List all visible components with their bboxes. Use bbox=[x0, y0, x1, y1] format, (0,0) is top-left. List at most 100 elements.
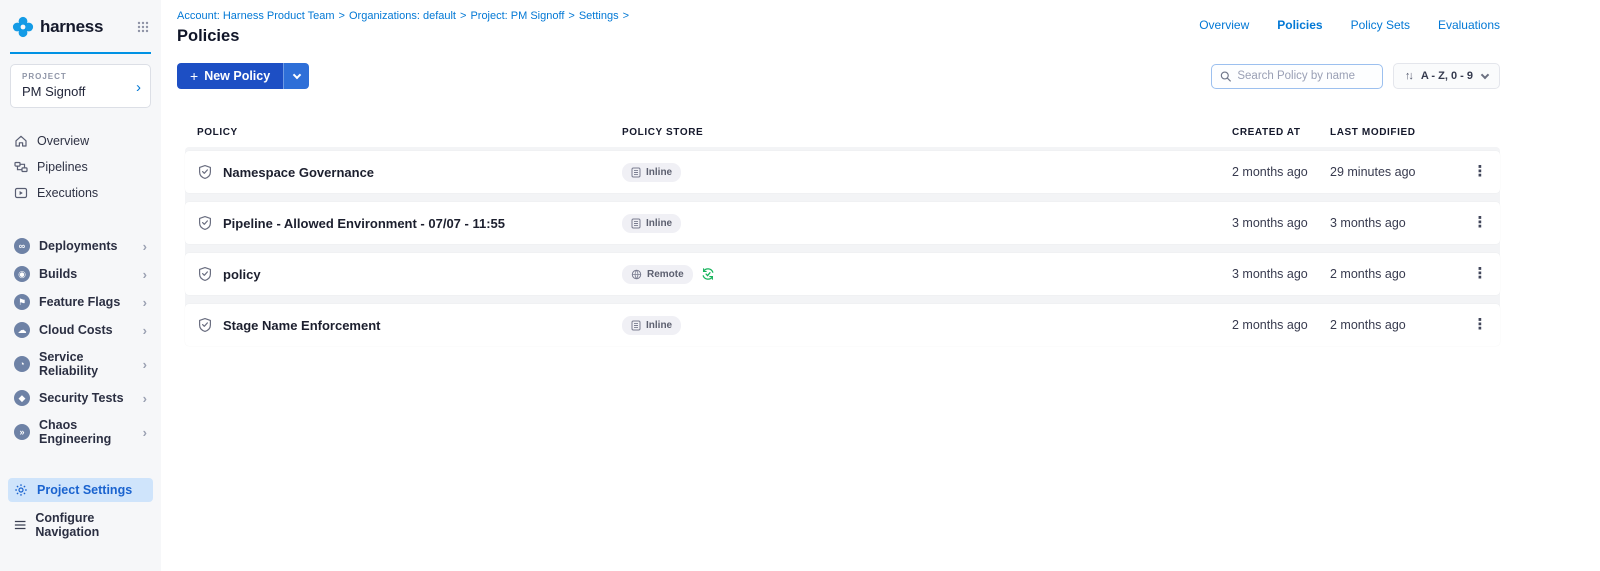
sidebar-modules: ∞ Deployments › ◉ Builds › ⚑ Feature Fla… bbox=[0, 232, 161, 452]
nav-link-overview[interactable]: Overview bbox=[1199, 18, 1249, 32]
table-row[interactable]: Namespace Governance bbox=[185, 151, 1500, 193]
sort-label: A - Z, 0 - 9 bbox=[1421, 70, 1473, 82]
created-at-cell: 3 months ago bbox=[1232, 267, 1330, 281]
policy-name: Pipeline - Allowed Environment - 07/07 -… bbox=[223, 216, 505, 231]
breadcrumb-account[interactable]: Account: Harness Product Team bbox=[177, 10, 335, 22]
chevron-right-icon: › bbox=[143, 357, 147, 372]
chevron-right-icon: › bbox=[143, 239, 147, 254]
store-badge-label: Inline bbox=[646, 320, 672, 331]
chevron-right-icon: › bbox=[143, 425, 147, 440]
column-header-policy: POLICY bbox=[185, 127, 622, 138]
policy-name: policy bbox=[223, 267, 261, 282]
new-policy-dropdown-button[interactable] bbox=[283, 63, 309, 89]
chevron-right-icon: › bbox=[143, 323, 147, 338]
sidebar-module-item[interactable]: » Chaos Engineering › bbox=[0, 412, 161, 452]
module-icon: ◉ bbox=[14, 266, 30, 282]
row-menu-cell: ⋮ bbox=[1460, 265, 1500, 283]
created-at-cell: 2 months ago bbox=[1232, 318, 1330, 332]
search-icon bbox=[1220, 70, 1232, 83]
module-label: Chaos Engineering bbox=[39, 418, 134, 446]
sidebar-item-pipelines[interactable]: Pipelines bbox=[0, 154, 161, 180]
sidebar-module-item[interactable]: ⚑ Feature Flags › bbox=[0, 288, 161, 316]
kebab-menu-icon[interactable]: ⋮ bbox=[1473, 214, 1488, 231]
policy-store-cell: Inline bbox=[622, 316, 1232, 335]
main-content: Account: Harness Product Team > Organizati… bbox=[161, 0, 1600, 571]
chevron-down-icon bbox=[1481, 70, 1489, 78]
module-icon: ⚑ bbox=[14, 294, 30, 310]
table-header-row: POLICY POLICY STORE CREATED AT LAST MODI… bbox=[185, 123, 1500, 141]
policy-store-cell: Remote bbox=[622, 265, 1232, 284]
module-label: Service Reliability bbox=[39, 350, 134, 378]
store-badge: Inline bbox=[622, 214, 681, 233]
sidebar-item-label: Configure Navigation bbox=[35, 511, 147, 539]
store-badge-label: Inline bbox=[646, 167, 672, 178]
new-policy-split-button: + New Policy bbox=[177, 63, 309, 89]
module-icon: » bbox=[14, 424, 30, 440]
table-row[interactable]: Pipeline - Allowed Environment - 07/07 -… bbox=[185, 202, 1500, 244]
breadcrumb-separator: > bbox=[339, 10, 345, 22]
sidebar-module-item[interactable]: ∞ Deployments › bbox=[0, 232, 161, 260]
executions-icon bbox=[14, 186, 28, 200]
module-label: Builds bbox=[39, 267, 77, 281]
table-row[interactable]: Stage Name Enforcement bbox=[185, 304, 1500, 346]
sidebar-module-item[interactable]: ☁ Cloud Costs › bbox=[0, 316, 161, 344]
sidebar-item-configure-navigation[interactable]: Configure Navigation bbox=[8, 506, 153, 544]
nav-link-evaluations[interactable]: Evaluations bbox=[1438, 18, 1500, 32]
breadcrumb-settings[interactable]: Settings bbox=[579, 10, 619, 22]
policy-name-cell: Stage Name Enforcement bbox=[185, 317, 622, 333]
logo-row: harness bbox=[0, 0, 161, 48]
sidebar-nav: Overview Pipelines Executions bbox=[0, 128, 161, 206]
policy-shield-check-icon bbox=[197, 317, 213, 333]
breadcrumb-organization[interactable]: Organizations: default bbox=[349, 10, 456, 22]
logo-text: harness bbox=[40, 17, 103, 37]
sidebar-module-item[interactable]: ◉ Builds › bbox=[0, 260, 161, 288]
app-launcher-grid-icon[interactable] bbox=[137, 21, 149, 33]
project-selector[interactable]: PROJECT PM Signoff › bbox=[10, 64, 151, 108]
chevron-right-icon: › bbox=[143, 391, 147, 406]
sidebar-module-item[interactable]: ◆ Security Tests › bbox=[0, 384, 161, 412]
nav-link-policy-sets[interactable]: Policy Sets bbox=[1351, 18, 1410, 32]
kebab-menu-icon[interactable]: ⋮ bbox=[1473, 316, 1488, 333]
created-at-cell: 2 months ago bbox=[1232, 165, 1330, 179]
breadcrumb-separator: > bbox=[623, 10, 629, 22]
sidebar-item-project-settings[interactable]: Project Settings bbox=[8, 478, 153, 502]
pipelines-icon bbox=[14, 160, 28, 174]
hamburger-icon bbox=[14, 519, 26, 531]
sidebar-divider bbox=[10, 52, 151, 54]
module-icon: ∞ bbox=[14, 238, 30, 254]
module-label: Cloud Costs bbox=[39, 323, 113, 337]
kebab-menu-icon[interactable]: ⋮ bbox=[1473, 163, 1488, 180]
sidebar: harness PROJECT PM Signoff › bbox=[0, 0, 161, 571]
sidebar-item-overview[interactable]: Overview bbox=[0, 128, 161, 154]
app-window: harness PROJECT PM Signoff › bbox=[0, 0, 1600, 571]
new-policy-label: New Policy bbox=[204, 69, 270, 83]
module-icon: ◔ bbox=[14, 356, 30, 372]
breadcrumb-project[interactable]: Project: PM Signoff bbox=[470, 10, 564, 22]
sidebar-item-executions[interactable]: Executions bbox=[0, 180, 161, 206]
gear-icon bbox=[14, 483, 28, 497]
search-input[interactable] bbox=[1237, 70, 1373, 82]
nav-link-policies[interactable]: Policies bbox=[1277, 18, 1322, 32]
home-icon bbox=[14, 134, 28, 148]
kebab-menu-icon[interactable]: ⋮ bbox=[1473, 265, 1488, 282]
policy-name-cell: policy bbox=[185, 266, 622, 282]
plus-icon: + bbox=[190, 68, 198, 84]
store-badge: Remote bbox=[622, 265, 693, 284]
module-label: Deployments bbox=[39, 239, 118, 253]
column-header-created-at: CREATED AT bbox=[1232, 127, 1330, 138]
sidebar-module-item[interactable]: ◔ Service Reliability › bbox=[0, 344, 161, 384]
store-badge-label: Remote bbox=[647, 269, 684, 280]
policy-name: Stage Name Enforcement bbox=[223, 318, 381, 333]
sort-dropdown[interactable]: ↑↓ A - Z, 0 - 9 bbox=[1393, 63, 1500, 89]
table-row[interactable]: policy bbox=[185, 253, 1500, 295]
store-badge: Inline bbox=[622, 316, 681, 335]
header-nav-links: Overview Policies Policy Sets Evaluation… bbox=[1199, 18, 1500, 32]
breadcrumb-separator: > bbox=[460, 10, 466, 22]
sidebar-bottom: Project Settings Configure Navigation bbox=[0, 478, 161, 544]
inline-doc-icon bbox=[631, 218, 641, 229]
chevron-right-icon: › bbox=[143, 267, 147, 282]
chevron-right-icon: › bbox=[143, 295, 147, 310]
new-policy-button[interactable]: + New Policy bbox=[177, 63, 283, 89]
column-header-policy-store: POLICY STORE bbox=[622, 127, 1232, 138]
column-header-last-modified: LAST MODIFIED bbox=[1330, 127, 1460, 138]
